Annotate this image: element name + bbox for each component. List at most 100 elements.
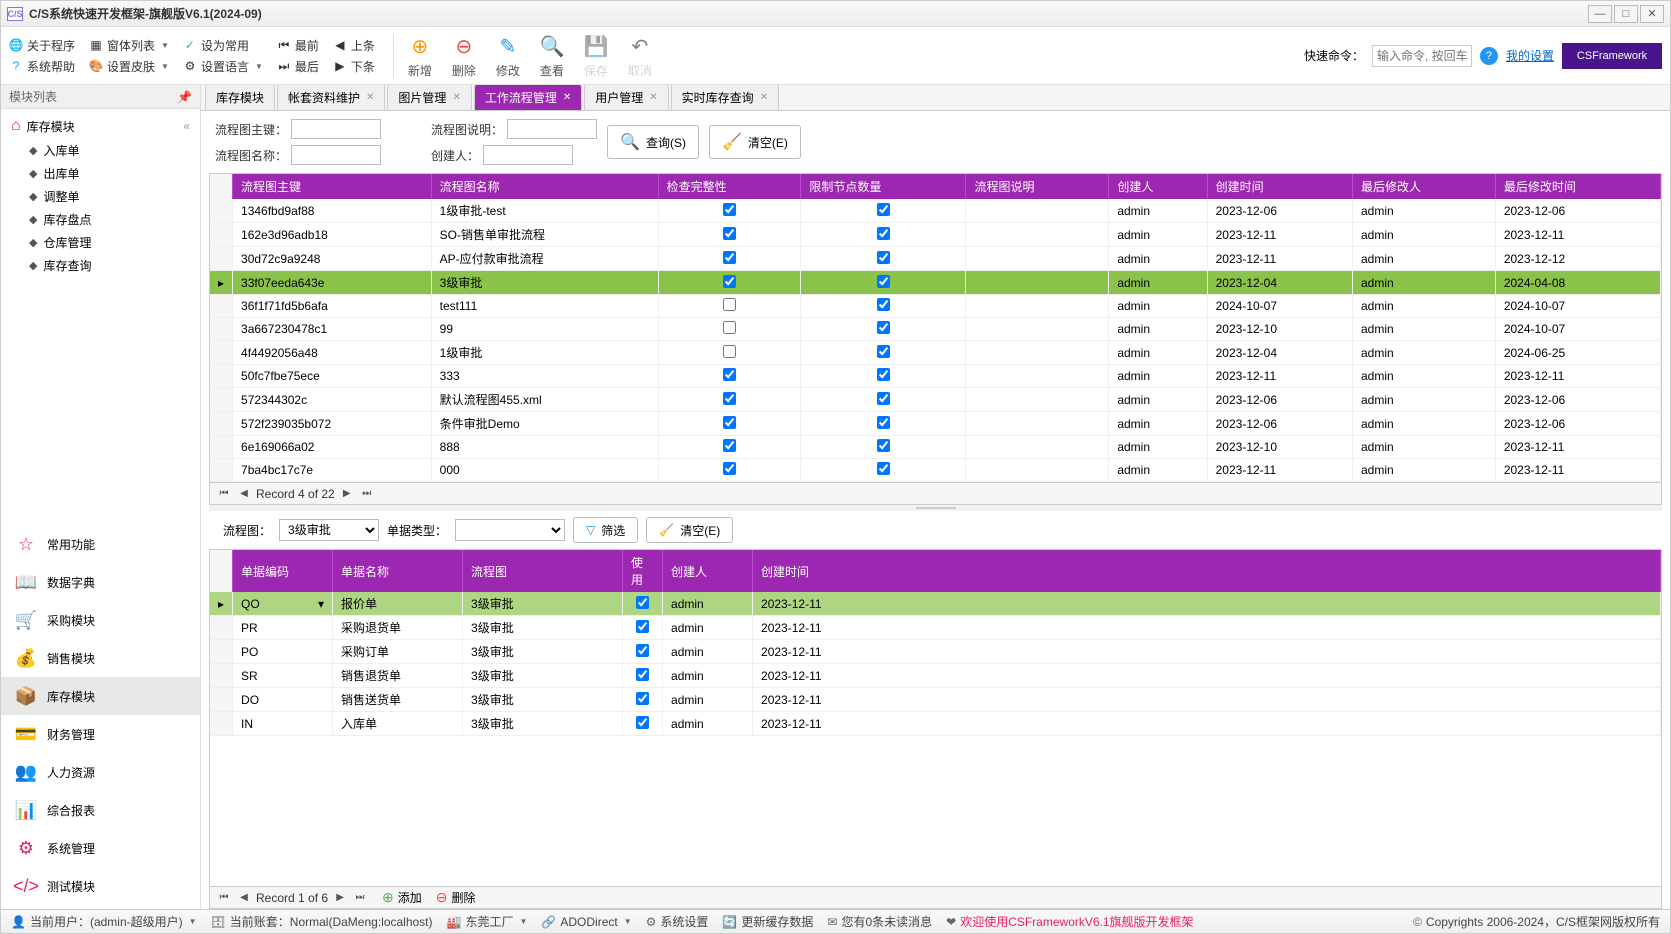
checkbox[interactable] xyxy=(877,227,890,240)
nav-next-icon[interactable]: ▶ xyxy=(332,890,348,906)
column-header[interactable]: 创建时间 xyxy=(1207,174,1352,199)
checkbox[interactable] xyxy=(877,462,890,475)
tree-item[interactable]: ◆入库单 xyxy=(1,139,200,162)
checkbox[interactable] xyxy=(636,692,649,705)
module-item[interactable]: 📦库存模块 xyxy=(1,677,200,715)
column-header[interactable]: 单据名称 xyxy=(333,550,463,592)
column-header[interactable]: 创建人 xyxy=(1109,174,1207,199)
column-header[interactable]: 流程图名称 xyxy=(431,174,658,199)
status-refresh[interactable]: 🔄更新缓存数据 xyxy=(722,913,813,930)
column-header[interactable]: 流程图说明 xyxy=(966,174,1109,199)
filter-desc-input[interactable] xyxy=(507,119,597,139)
table-row[interactable]: 36f1f71fd5b6afatest111admin2024-10-07adm… xyxy=(210,295,1661,318)
mysettings-link[interactable]: 我的设置 xyxy=(1506,47,1554,64)
status-ado[interactable]: 🔗ADODirect▼ xyxy=(541,915,631,929)
nav-prev-icon[interactable]: ◀ xyxy=(236,890,252,906)
checkbox[interactable] xyxy=(636,644,649,657)
grid2-navigator[interactable]: ⏮ ◀ Record 1 of 6 ▶ ⏭ ⊕ 添加 ⊖ 删除 xyxy=(209,887,1662,909)
tab[interactable]: 用户管理✕ xyxy=(584,85,668,110)
tree-item[interactable]: ◆库存盘点 xyxy=(1,208,200,231)
tab[interactable]: 工作流程管理✕ xyxy=(474,85,582,110)
table-row[interactable]: IN入库单3级审批admin2023-12-11 xyxy=(210,712,1661,736)
subclear-button[interactable]: 🧹清空(E) xyxy=(646,517,733,543)
checkbox[interactable] xyxy=(723,227,736,240)
table-row[interactable]: DO销售送货单3级审批admin2023-12-11 xyxy=(210,688,1661,712)
edit-button[interactable]: ✎修改 xyxy=(494,32,522,79)
module-item[interactable]: ⚙系统管理 xyxy=(1,829,200,867)
checkbox[interactable] xyxy=(636,716,649,729)
close-icon[interactable]: ✕ xyxy=(366,92,374,103)
module-item[interactable]: </>测试模块 xyxy=(1,867,200,905)
checkbox[interactable] xyxy=(877,321,890,334)
close-icon[interactable]: ✕ xyxy=(452,92,460,103)
query-button[interactable]: 🔍查询(S) xyxy=(607,125,699,159)
clear-button[interactable]: 🧹清空(E) xyxy=(709,125,801,159)
tab[interactable]: 图片管理✕ xyxy=(387,85,471,110)
lang-button[interactable]: ⚙设置语言▼ xyxy=(183,58,263,75)
table-row[interactable]: 4f4492056a481级审批admin2023-12-04admin2024… xyxy=(210,341,1661,365)
tree-item[interactable]: ◆库存查询 xyxy=(1,254,200,277)
help-button[interactable]: ?系统帮助 xyxy=(9,58,75,75)
tree-header[interactable]: ⌂库存模块« xyxy=(1,113,200,139)
plus-icon[interactable]: ⊕ xyxy=(382,889,394,906)
checkbox[interactable] xyxy=(723,345,736,358)
column-header[interactable]: 流程图 xyxy=(463,550,623,592)
table-row[interactable]: 50fc7fbe75ece333admin2023-12-11admin2023… xyxy=(210,365,1661,388)
pin-icon[interactable]: 📌 xyxy=(177,90,192,104)
tree-item[interactable]: ◆调整单 xyxy=(1,185,200,208)
checkbox[interactable] xyxy=(636,596,649,609)
table-row[interactable]: SR销售退货单3级审批admin2023-12-11 xyxy=(210,664,1661,688)
table-row[interactable]: ▸QO ▾报价单3级审批admin2023-12-11 xyxy=(210,592,1661,616)
close-icon[interactable]: ✕ xyxy=(649,92,657,103)
table-row[interactable]: PR采购退货单3级审批admin2023-12-11 xyxy=(210,616,1661,640)
tab[interactable]: 库存模块 xyxy=(205,85,275,110)
bill-select[interactable] xyxy=(455,519,565,541)
checkbox[interactable] xyxy=(723,416,736,429)
close-icon[interactable]: ✕ xyxy=(563,92,571,103)
nav-first-icon[interactable]: ⏮ xyxy=(216,486,232,502)
checkbox[interactable] xyxy=(877,439,890,452)
column-header[interactable]: 最后修改时间 xyxy=(1495,174,1660,199)
checkbox[interactable] xyxy=(723,298,736,311)
module-item[interactable]: 💳财务管理 xyxy=(1,715,200,753)
subfilter-button[interactable]: ▽筛选 xyxy=(573,517,638,543)
status-factory[interactable]: 🏭东莞工厂▼ xyxy=(447,913,528,930)
checkbox[interactable] xyxy=(723,462,736,475)
module-item[interactable]: 👥人力资源 xyxy=(1,753,200,791)
skin-button[interactable]: 🎨设置皮肤▼ xyxy=(89,58,169,75)
checkbox[interactable] xyxy=(723,392,736,405)
module-item[interactable]: 💰销售模块 xyxy=(1,639,200,677)
nav-last-icon[interactable]: ⏭ xyxy=(352,890,368,906)
checkbox[interactable] xyxy=(877,345,890,358)
checkbox[interactable] xyxy=(877,416,890,429)
status-msg[interactable]: ✉您有0条未读消息 xyxy=(827,913,932,930)
tab[interactable]: 帐套资料维护✕ xyxy=(277,85,385,110)
module-item[interactable]: 📊综合报表 xyxy=(1,791,200,829)
checkbox[interactable] xyxy=(723,368,736,381)
grid1-navigator[interactable]: ⏮ ◀ Record 4 of 22 ▶ ⏭ xyxy=(209,483,1662,505)
maximize-button[interactable]: □ xyxy=(1614,5,1638,23)
checkbox[interactable] xyxy=(723,275,736,288)
del-row-button[interactable]: 删除 xyxy=(452,889,476,906)
view-button[interactable]: 🔍查看 xyxy=(538,32,566,79)
nav-first-icon[interactable]: ⏮ xyxy=(216,890,232,906)
checkbox[interactable] xyxy=(877,368,890,381)
column-header[interactable]: 单据编码 xyxy=(233,550,333,592)
column-header[interactable]: 创建时间 xyxy=(753,550,1661,592)
next-button[interactable]: ▶下条 xyxy=(333,58,375,75)
flow-select[interactable]: 3级审批 xyxy=(279,519,379,541)
tree-item[interactable]: ◆出库单 xyxy=(1,162,200,185)
column-header[interactable]: 最后修改人 xyxy=(1353,174,1496,199)
checkbox[interactable] xyxy=(877,298,890,311)
column-header[interactable]: 使用 xyxy=(623,550,663,592)
tree-item[interactable]: ◆仓库管理 xyxy=(1,231,200,254)
module-item[interactable]: 📖数据字典 xyxy=(1,563,200,601)
checkbox[interactable] xyxy=(636,668,649,681)
prev-button[interactable]: ◀上条 xyxy=(333,37,375,54)
about-button[interactable]: 🌐关于程序 xyxy=(9,37,75,54)
last-button[interactable]: ⏭最后 xyxy=(277,58,319,75)
minus-icon[interactable]: ⊖ xyxy=(436,889,448,906)
checkbox[interactable] xyxy=(723,251,736,264)
quickcmd-input[interactable] xyxy=(1372,45,1472,67)
status-sysset[interactable]: ⚙系统设置 xyxy=(646,913,709,930)
